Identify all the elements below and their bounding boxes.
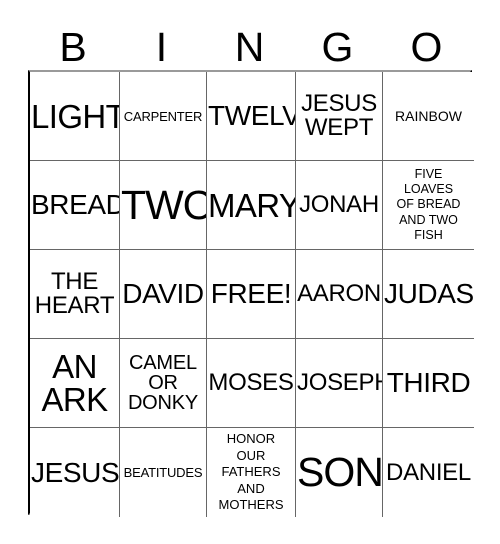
bingo-cell-r1c1[interactable]: LIGHT: [30, 72, 120, 161]
bingo-header-letter-i: I: [155, 24, 168, 70]
bingo-cell-r1c3[interactable]: TWELVE: [207, 72, 296, 161]
bingo-cell-r4c3[interactable]: MOSES: [207, 339, 296, 428]
bingo-cell-text: RAINBOW: [395, 108, 462, 124]
bingo-cell-r4c2[interactable]: CAMEL OR DONKY: [120, 339, 207, 428]
bingo-header-letter-o: O: [410, 24, 443, 70]
bingo-cell-r2c1[interactable]: BREAD: [30, 161, 120, 250]
bingo-cell-r3c5[interactable]: JUDAS: [383, 250, 474, 339]
bingo-cell-text: TWELVE: [208, 100, 295, 131]
bingo-cell-r4c4[interactable]: JOSEPH: [296, 339, 383, 428]
bingo-cell-text: THE HEART: [34, 268, 115, 319]
bingo-cell-r2c3[interactable]: MARY: [207, 161, 296, 250]
bingo-cell-text: TWO: [121, 181, 207, 228]
bingo-cell-text: AARON: [297, 280, 381, 307]
bingo-cell-text: JESUS: [31, 456, 120, 488]
bingo-cell-r5c2[interactable]: BEATITUDES: [120, 428, 207, 517]
bingo-header-letter-n: N: [234, 24, 265, 70]
bingo-grid: LIGHT CARPENTER TWELVE JESUS WEPT RAINBO…: [28, 70, 474, 517]
bingo-header-letter-b: B: [59, 24, 87, 70]
bingo-cell-text: THIRD: [386, 367, 471, 398]
bingo-cell-text: CARPENTER: [123, 108, 203, 124]
bingo-cell-r2c4[interactable]: JONAH: [296, 161, 383, 250]
bingo-cell-r5c1[interactable]: JESUS: [30, 428, 120, 517]
bingo-header-row: B I N G O: [28, 17, 472, 70]
bingo-cell-text: JUDAS: [384, 278, 474, 309]
bingo-cell-text: MOSES: [208, 369, 294, 396]
bingo-cell-text: DAVID: [122, 278, 204, 309]
bingo-cell-text: BREAD: [31, 189, 120, 220]
bingo-cell-text: JONAH: [299, 191, 379, 218]
bingo-free-space-label: FREE!: [210, 278, 292, 309]
bingo-cell-r5c5[interactable]: DANIEL: [383, 428, 474, 517]
bingo-header-letter-g: G: [321, 24, 354, 70]
bingo-cell-text: JOSEPH: [297, 369, 383, 396]
bingo-cell-r2c2[interactable]: TWO: [120, 161, 207, 250]
bingo-cell-text: FIVE LOAVES OF BREAD AND TWO FISH: [396, 166, 461, 242]
bingo-cell-text: CAMEL OR DONKY: [127, 352, 199, 414]
bingo-cell-text: JESUS WEPT: [301, 90, 377, 141]
bingo-cell-r1c4[interactable]: JESUS WEPT: [296, 72, 383, 161]
bingo-card: B I N G O LIGHT CARPENTER TWELVE JESUS W…: [0, 0, 500, 544]
bingo-cell-text: BEATITUDES: [123, 465, 203, 480]
bingo-cell-r1c5[interactable]: RAINBOW: [383, 72, 474, 161]
bingo-cell-r1c2[interactable]: CARPENTER: [120, 72, 207, 161]
bingo-cell-free-space[interactable]: FREE!: [207, 250, 296, 339]
bingo-cell-r3c1[interactable]: THE HEART: [30, 250, 120, 339]
bingo-cell-r4c1[interactable]: AN ARK: [30, 339, 120, 428]
bingo-cell-text: MARY: [208, 186, 296, 224]
bingo-cell-r4c5[interactable]: THIRD: [383, 339, 474, 428]
bingo-cell-text: DANIEL: [386, 458, 471, 486]
bingo-cell-r5c4[interactable]: SON: [296, 428, 383, 517]
bingo-cell-text: SON: [297, 449, 383, 495]
bingo-cell-r2c5[interactable]: FIVE LOAVES OF BREAD AND TWO FISH: [383, 161, 474, 250]
bingo-cell-text: HONOR OUR FATHERS AND MOTHERS: [218, 430, 284, 513]
bingo-cell-r3c4[interactable]: AARON: [296, 250, 383, 339]
bingo-cell-r3c2[interactable]: DAVID: [120, 250, 207, 339]
bingo-cell-text: LIGHT: [31, 97, 120, 135]
bingo-cell-r5c3[interactable]: HONOR OUR FATHERS AND MOTHERS: [207, 428, 296, 517]
bingo-cell-text: AN ARK: [41, 348, 108, 418]
